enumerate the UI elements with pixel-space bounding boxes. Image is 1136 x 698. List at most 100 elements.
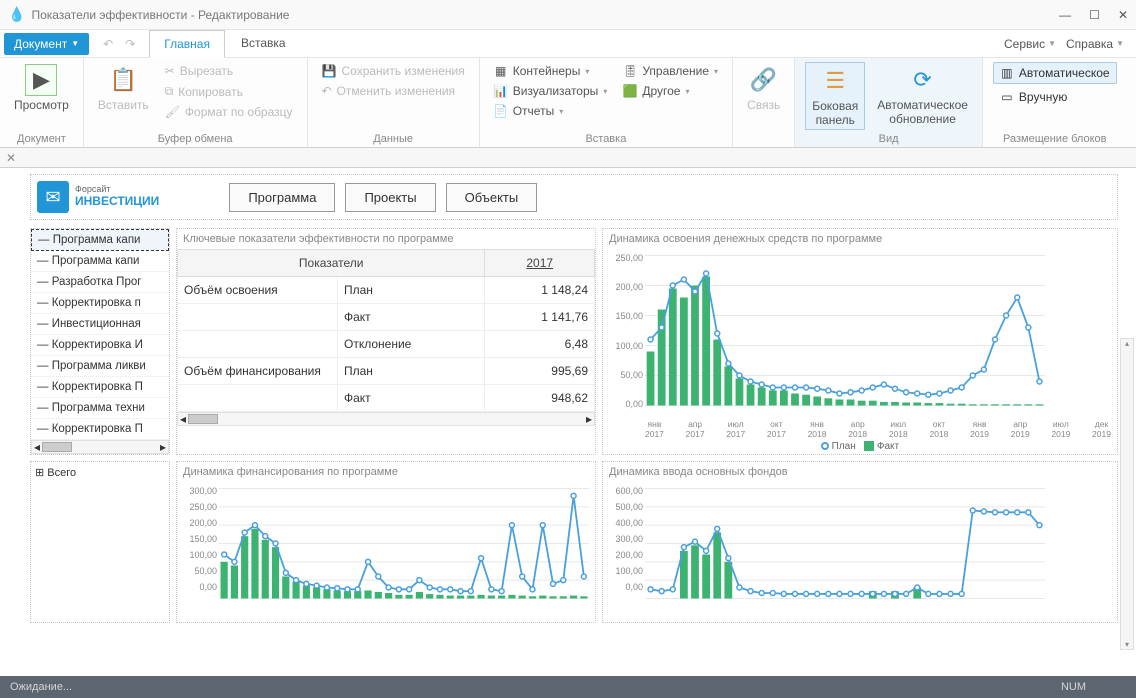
play-icon: ▶ [25, 64, 57, 96]
tab-close-icon[interactable]: ✕ [6, 151, 16, 165]
table-row: Факт1 141,76 [178, 304, 595, 331]
program-item[interactable]: — Корректировка П [31, 419, 169, 440]
close-button[interactable]: ✕ [1118, 8, 1128, 22]
group-label-layout: Размещение блоков [993, 131, 1117, 145]
chart3-plot [645, 486, 1045, 601]
reports-button[interactable]: 📄Отчеты ▾ [490, 102, 612, 120]
preview-button[interactable]: ▶ Просмотр [10, 62, 73, 114]
link-label: Связь [747, 98, 780, 112]
tree-panel: ⊞ Всего [30, 461, 170, 623]
auto-refresh-button[interactable]: ⟳ Автоматическое обновление [873, 62, 972, 128]
minimize-button[interactable]: ― [1059, 8, 1071, 22]
hscroll-kpi[interactable]: ◂▸ [177, 412, 595, 426]
paste-button[interactable]: 📋 Вставить [94, 62, 153, 114]
program-list-panel: — Программа капи— Программа капи— Разраб… [30, 228, 170, 455]
undo-button[interactable]: ↶ [99, 35, 117, 53]
help-menu[interactable]: Справка▼ [1066, 37, 1124, 51]
kpi-col-year[interactable]: 2017 [485, 250, 595, 277]
statusbar: Ожидание... NUM [0, 676, 1136, 698]
visualizers-button[interactable]: 📊Визуализаторы ▾ [490, 82, 612, 100]
vscroll[interactable]: ▴▾ [1120, 338, 1134, 650]
document-menu[interactable]: Документ ▼ [4, 33, 89, 55]
grid-icon: ▦ [494, 64, 508, 78]
chart-icon: 📊 [494, 84, 508, 98]
titlebar: 💧 Показатели эффективности - Редактирова… [0, 0, 1136, 30]
tree-root[interactable]: ⊞ Всего [31, 462, 169, 483]
chart1-plot [645, 253, 1045, 408]
manual-layout-icon: ▭ [1000, 90, 1014, 104]
nav-program[interactable]: Программа [229, 183, 335, 212]
group-label-view: Вид [805, 131, 972, 145]
table-row: Объём освоенияПлан1 148,24 [178, 277, 595, 304]
format-painter-button[interactable]: 🖌Формат по образцу [161, 103, 297, 121]
chart2-panel: Динамика финансирования по программе 0,0… [176, 461, 596, 623]
chevron-down-icon: ▼ [71, 39, 79, 48]
group-label-document: Документ [10, 131, 73, 145]
auto-refresh-label: Автоматическое обновление [877, 98, 968, 126]
link-icon: 🔗 [748, 64, 780, 96]
logo-icon: ✉ [37, 181, 69, 213]
app-icon: 💧 [8, 6, 25, 23]
tab-home[interactable]: Главная [149, 30, 225, 58]
maximize-button[interactable]: ☐ [1089, 8, 1100, 22]
chart1-panel: Динамика освоения денежных средств по пр… [602, 228, 1118, 455]
program-item[interactable]: — Программа ликви [31, 356, 169, 377]
auto-layout-icon: ▥ [1000, 66, 1014, 80]
save-changes-button[interactable]: 💾Сохранить изменения [318, 62, 469, 80]
program-item[interactable]: — Программа капи [31, 229, 169, 251]
chart3-panel: Динамика ввода основных фондов 0,00100,0… [602, 461, 1118, 623]
undo-icon: ↶ [322, 84, 332, 98]
link-button[interactable]: 🔗 Связь [743, 62, 784, 114]
nav-objects[interactable]: Объекты [446, 183, 538, 212]
copy-button[interactable]: ⧉Копировать [161, 82, 297, 101]
chart1-legend: План Факт [603, 439, 1117, 454]
other-button[interactable]: 🟩Другое ▾ [619, 82, 722, 100]
program-item[interactable]: — Корректировка п [31, 293, 169, 314]
chart2-title: Динамика финансирования по программе [177, 462, 595, 482]
kpi-title: Ключевые показатели эффективности по про… [177, 229, 595, 249]
tab-insert[interactable]: Вставка [227, 30, 300, 57]
scissors-icon: ✂ [165, 64, 175, 78]
group-label-link [743, 131, 784, 145]
document-menu-label: Документ [14, 37, 67, 51]
control-button[interactable]: 🎚Управление ▾ [619, 62, 722, 80]
table-row: Отклонение6,48 [178, 331, 595, 358]
document-tabstrip: ✕ [0, 148, 1136, 168]
service-menu[interactable]: Сервис▼ [1004, 37, 1056, 51]
side-panel-button[interactable]: ☰ Боковая панель [805, 62, 865, 130]
program-item[interactable]: — Программа техни [31, 398, 169, 419]
program-item[interactable]: — Программа капи [31, 251, 169, 272]
report-icon: 📄 [494, 104, 508, 118]
chart2-plot [219, 486, 589, 601]
status-num: NUM [1061, 681, 1086, 693]
dashboard-header: ✉ Форсайт ИНВЕСТИЦИИ Программа Проекты О… [30, 174, 1118, 220]
manual-layout-button[interactable]: ▭Вручную [993, 86, 1117, 108]
hscroll-programs[interactable]: ◂▸ [31, 440, 169, 454]
undo-changes-button[interactable]: ↶Отменить изменения [318, 82, 469, 100]
status-text: Ожидание... [10, 681, 72, 693]
cut-button[interactable]: ✂Вырезать [161, 62, 297, 80]
group-label-insert: Вставка [490, 131, 722, 145]
program-item[interactable]: — Корректировка И [31, 335, 169, 356]
kpi-panel: Ключевые показатели эффективности по про… [176, 228, 596, 455]
chart1-title: Динамика освоения денежных средств по пр… [603, 229, 1117, 249]
containers-button[interactable]: ▦Контейнеры ▾ [490, 62, 612, 80]
table-row: Объём финансированияПлан995,69 [178, 358, 595, 385]
save-icon: 💾 [322, 64, 337, 78]
misc-icon: 🟩 [623, 84, 637, 98]
side-panel-label: Боковая панель [812, 99, 858, 127]
window-title: Показатели эффективности - Редактировани… [31, 8, 1059, 22]
group-label-clipboard: Буфер обмена [94, 131, 297, 145]
program-item[interactable]: — Разработка Прог [31, 272, 169, 293]
kpi-col-indicators: Показатели [178, 250, 485, 277]
brush-icon: 🖌 [165, 105, 180, 119]
redo-button[interactable]: ↷ [121, 35, 139, 53]
program-item[interactable]: — Корректировка П [31, 377, 169, 398]
copy-icon: ⧉ [165, 84, 174, 99]
kpi-table: Показатели2017 Объём освоенияПлан1 148,2… [177, 249, 595, 412]
program-item[interactable]: — Инвестиционная [31, 314, 169, 335]
slider-icon: 🎚 [623, 64, 637, 78]
auto-layout-button[interactable]: ▥Автоматическое [993, 62, 1117, 84]
nav-projects[interactable]: Проекты [345, 183, 435, 212]
group-label-data: Данные [318, 131, 469, 145]
